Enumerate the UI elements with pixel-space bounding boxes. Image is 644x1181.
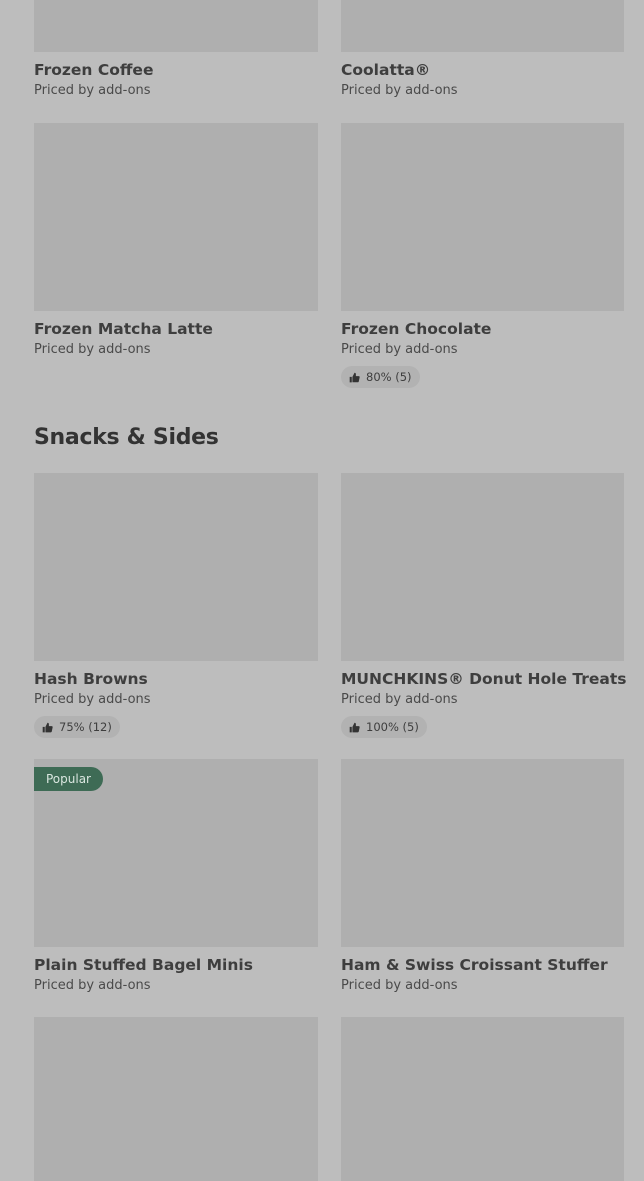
- thumbs-up-icon: [42, 722, 53, 732]
- rating-pill: 80% (5): [341, 366, 420, 388]
- item-price: Priced by add-ons: [341, 83, 458, 98]
- section-title: Snacks & Sides: [34, 425, 219, 450]
- menu-page: Frozen Coffee Priced by add-ons Coolatta…: [0, 0, 644, 1181]
- item-price: Priced by add-ons: [34, 83, 151, 98]
- item-name: Coolatta®: [341, 61, 431, 79]
- item-price: Priced by add-ons: [34, 978, 151, 993]
- menu-item-card[interactable]: Frozen Coffee Priced by add-ons: [34, 0, 318, 100]
- rating-pill: 75% (12): [34, 716, 120, 738]
- menu-item-card[interactable]: Frozen Chocolate Priced by add-ons 80% (…: [341, 123, 624, 388]
- item-image: [34, 1017, 318, 1181]
- item-image: [341, 473, 624, 661]
- menu-item-card[interactable]: [341, 1017, 624, 1181]
- menu-item-card[interactable]: Popular Plain Stuffed Bagel Minis Priced…: [34, 759, 318, 995]
- rating-pill: 100% (5): [341, 716, 427, 738]
- item-image: [341, 1017, 624, 1181]
- item-price: Priced by add-ons: [341, 692, 458, 707]
- item-image: [341, 0, 624, 52]
- item-name: Frozen Chocolate: [341, 320, 492, 338]
- thumbs-up-icon: [349, 722, 360, 732]
- menu-item-card[interactable]: Ham & Swiss Croissant Stuffer Priced by …: [341, 759, 624, 995]
- item-name: MUNCHKINS® Donut Hole Treats: [341, 670, 627, 688]
- rating-text: 75% (12): [59, 720, 112, 734]
- popular-badge: Popular: [34, 767, 103, 791]
- item-image: [34, 473, 318, 661]
- item-name: Frozen Matcha Latte: [34, 320, 213, 338]
- item-name: Plain Stuffed Bagel Minis: [34, 956, 253, 974]
- menu-item-card[interactable]: Frozen Matcha Latte Priced by add-ons: [34, 123, 318, 359]
- item-image: Popular: [34, 759, 318, 947]
- menu-item-card[interactable]: [34, 1017, 318, 1181]
- menu-item-card[interactable]: Coolatta® Priced by add-ons: [341, 0, 624, 100]
- item-image: [34, 0, 318, 52]
- thumbs-up-icon: [349, 372, 360, 382]
- menu-item-card[interactable]: Hash Browns Priced by add-ons 75% (12): [34, 473, 318, 738]
- menu-item-card[interactable]: MUNCHKINS® Donut Hole Treats Priced by a…: [341, 473, 627, 738]
- item-name: Hash Browns: [34, 670, 148, 688]
- item-name: Frozen Coffee: [34, 61, 154, 79]
- item-price: Priced by add-ons: [34, 692, 151, 707]
- item-price: Priced by add-ons: [341, 342, 458, 357]
- item-name: Ham & Swiss Croissant Stuffer: [341, 956, 608, 974]
- item-image: [34, 123, 318, 311]
- item-image: [341, 123, 624, 311]
- rating-text: 80% (5): [366, 370, 412, 384]
- item-price: Priced by add-ons: [34, 342, 151, 357]
- item-image: [341, 759, 624, 947]
- rating-text: 100% (5): [366, 720, 419, 734]
- item-price: Priced by add-ons: [341, 978, 458, 993]
